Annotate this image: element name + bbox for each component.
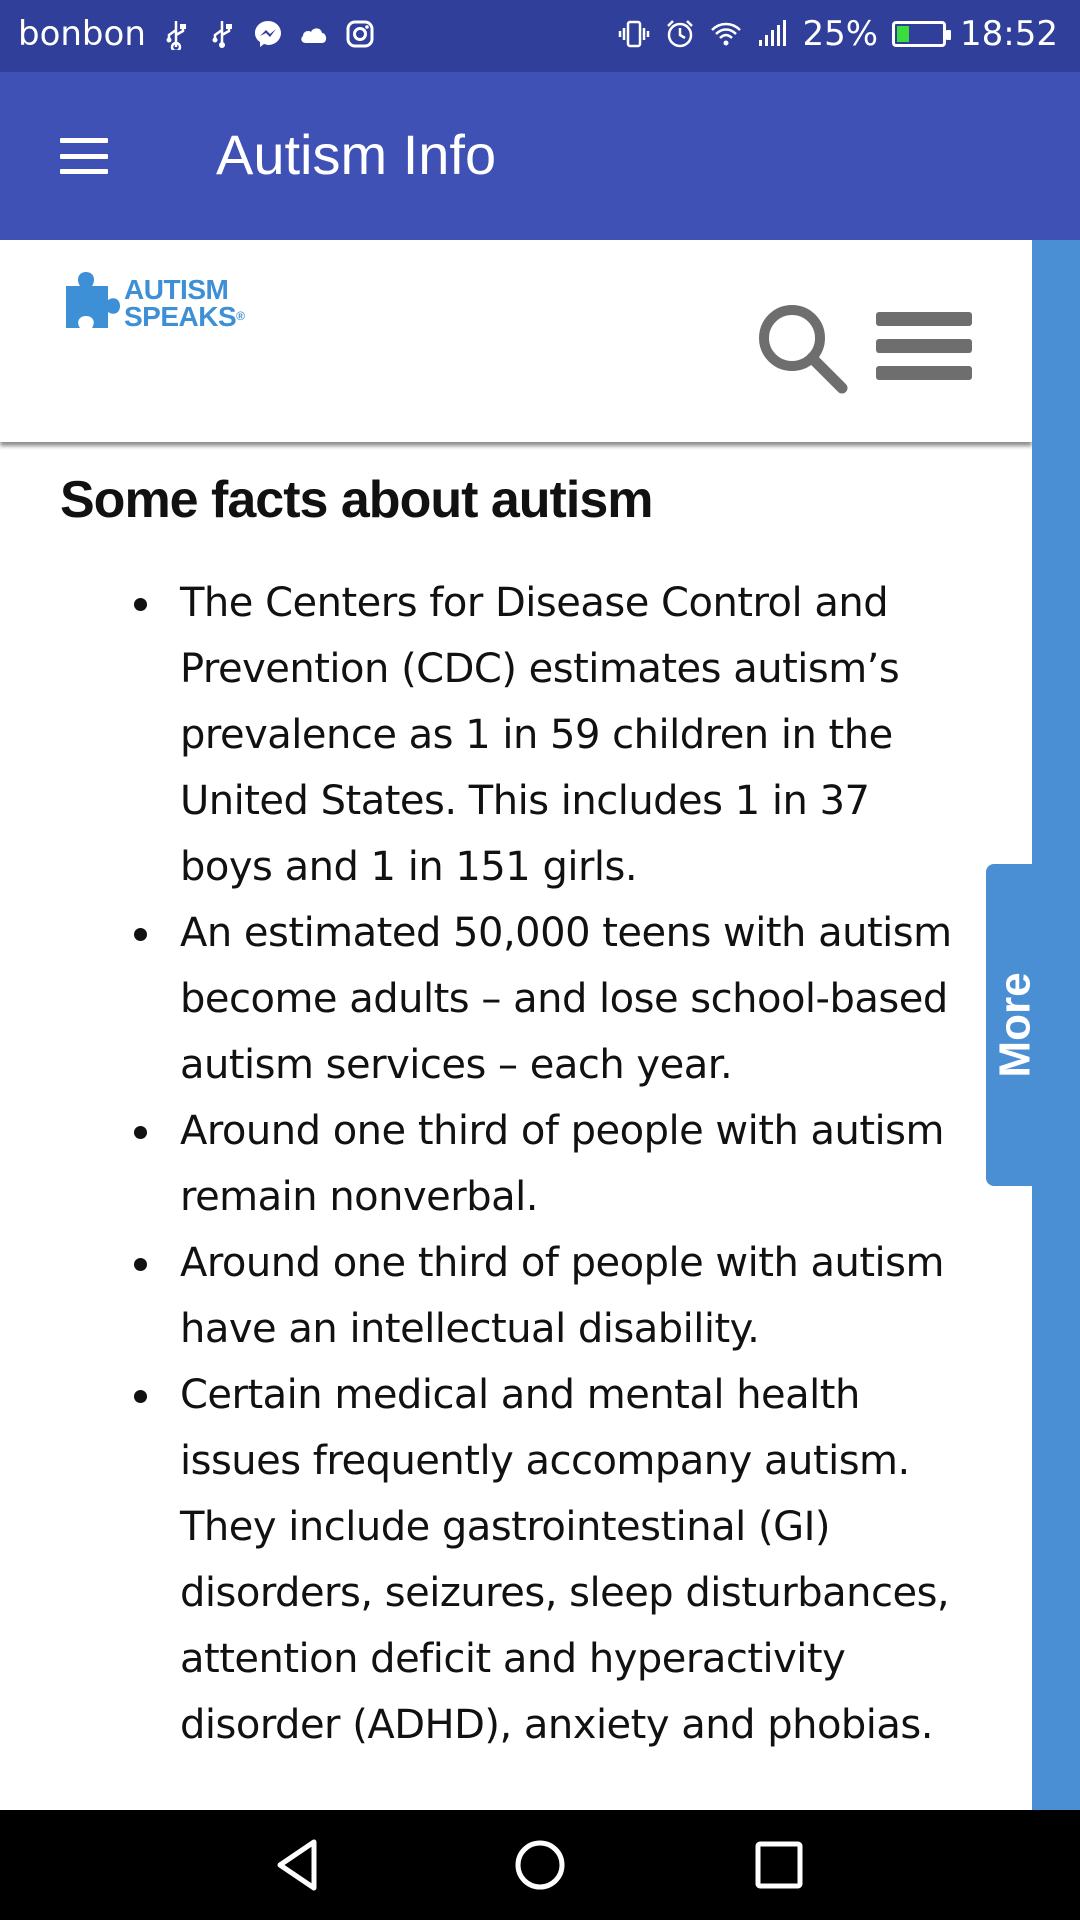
list-item: Around one third of people with autism r… <box>0 1098 1000 1230</box>
more-tab-label: More <box>991 972 1040 1078</box>
site-header: AUTISM SPEAKS® <box>0 240 1032 442</box>
logo-line-autism: AUTISM <box>124 274 229 305</box>
battery-icon <box>892 21 952 47</box>
list-item: Around one third of people with autism h… <box>0 1230 1000 1362</box>
home-icon[interactable] <box>507 1832 573 1898</box>
webview[interactable]: AUTISM SPEAKS® Some facts about autism T… <box>0 240 1032 1810</box>
app-title: Autism Info <box>216 123 497 186</box>
list-item: The Centers for Disease Control and Prev… <box>0 570 1000 900</box>
carrier-label: bonbon <box>18 14 146 54</box>
usb-icon <box>212 21 232 48</box>
logo-line-speaks: SPEAKS <box>124 301 237 332</box>
wifi-icon <box>711 22 742 46</box>
search-icon[interactable] <box>754 300 850 396</box>
usb-icon <box>166 21 186 50</box>
app-bar: Autism Info <box>0 72 1080 240</box>
autism-speaks-logo[interactable]: AUTISM SPEAKS® <box>58 266 245 340</box>
list-item: An estimated 50,000 teens with autism be… <box>0 900 1000 1098</box>
messenger-icon <box>254 21 281 47</box>
hamburger-icon[interactable] <box>60 138 108 174</box>
signal-icon <box>759 20 787 46</box>
alarm-icon <box>667 20 694 48</box>
recents-icon[interactable] <box>746 1832 812 1898</box>
back-icon[interactable] <box>266 1832 332 1898</box>
cloud-icon <box>301 28 327 43</box>
navigation-bar <box>0 1810 1080 1920</box>
battery-level <box>897 26 910 42</box>
registered-mark: ® <box>236 309 245 323</box>
instagram-icon <box>346 20 374 48</box>
facts-list: The Centers for Disease Control and Prev… <box>0 570 1000 1758</box>
clock: 18:52 <box>960 14 1058 54</box>
vibrate-icon <box>619 20 650 48</box>
list-item: Certain medical and mental health issues… <box>0 1362 1000 1758</box>
menu-icon[interactable] <box>876 312 972 380</box>
puzzle-piece-icon <box>66 272 120 328</box>
more-tab-button[interactable]: More <box>986 864 1046 1186</box>
status-bar: bonbon 25% 18:52 <box>0 0 1080 72</box>
article-heading: Some facts about autism <box>60 471 653 529</box>
battery-percent: 25% <box>802 14 879 54</box>
